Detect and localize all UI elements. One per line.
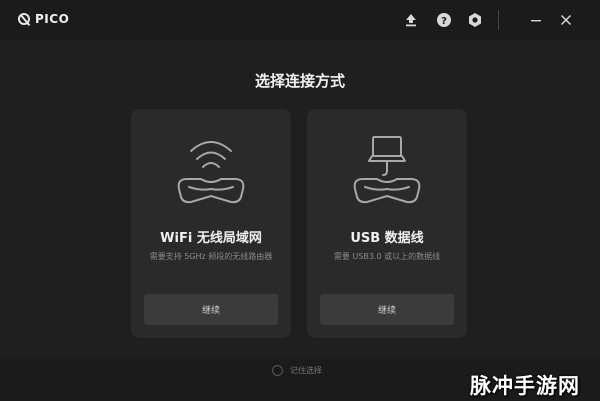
close-icon[interactable] [558, 12, 574, 28]
logo-text: PICO [35, 12, 70, 26]
remember-choice-label: 记住选择 [290, 366, 322, 375]
usb-option-card[interactable]: USB 数据线 需要 USB3.0 或以上的数据线 继续 [307, 109, 467, 338]
title-bar: PICO ? [0, 0, 600, 40]
wifi-card-title: WiFi 无线局域网 [160, 231, 262, 246]
usb-continue-button[interactable]: 继续 [320, 294, 454, 325]
usb-card-title: USB 数据线 [350, 231, 424, 246]
wifi-option-card[interactable]: WiFi 无线局域网 需要支持 5GHz 频段的无线路由器 继续 [131, 109, 291, 338]
remember-choice[interactable]: 记住选择 [272, 365, 322, 376]
svg-text:?: ? [441, 16, 447, 27]
remember-choice-radio[interactable] [272, 365, 283, 376]
minimize-icon[interactable] [528, 12, 544, 28]
settings-icon[interactable] [467, 12, 483, 28]
usb-laptop-headset-icon [353, 136, 421, 204]
help-icon[interactable]: ? [436, 12, 452, 28]
wifi-headset-icon [177, 141, 245, 204]
pico-logo-icon [18, 13, 30, 25]
upload-icon[interactable] [403, 12, 419, 28]
pico-logo: PICO [18, 12, 69, 26]
usb-card-description: 需要 USB3.0 或以上的数据线 [333, 252, 441, 261]
wifi-continue-button[interactable]: 继续 [144, 294, 278, 325]
page-title: 选择连接方式 [254, 72, 345, 90]
title-bar-divider [498, 10, 499, 30]
wifi-card-description: 需要支持 5GHz 频段的无线路由器 [149, 252, 273, 261]
watermark: 脉冲手游网 [470, 374, 580, 398]
